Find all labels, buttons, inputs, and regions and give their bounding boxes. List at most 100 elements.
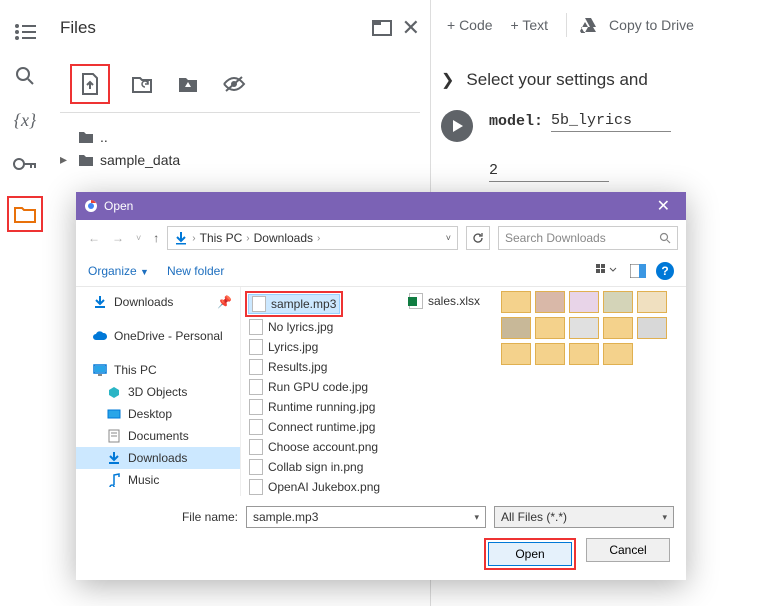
recent-dropdown[interactable]: ˅	[132, 233, 145, 243]
file-col-2: sales.xlsx	[405, 291, 495, 492]
address-bar: ← → ˅ ↑ › This PC › Downloads › ˅ Search…	[76, 220, 686, 256]
filename-input[interactable]: sample.mp3▾	[246, 506, 486, 528]
search-small-icon	[659, 232, 671, 244]
left-icon-bar: {x}	[0, 0, 50, 606]
folder-thumb[interactable]	[603, 291, 633, 313]
nav-this-pc[interactable]: This PC	[76, 359, 240, 381]
nav-documents[interactable]: Documents	[76, 425, 240, 447]
path-root[interactable]: This PC	[200, 231, 243, 245]
folder-small-icon	[78, 153, 94, 167]
folder-thumb[interactable]	[569, 317, 599, 339]
tree-sample-data[interactable]: ▸ sample_data	[60, 148, 420, 171]
folder-thumb[interactable]	[603, 343, 633, 365]
close-icon[interactable]: ✕	[402, 15, 420, 41]
tree-parent[interactable]: ..	[60, 126, 420, 148]
cell-heading: Select your settings and	[466, 70, 647, 90]
expand-arrow[interactable]: ▸	[60, 151, 72, 168]
variables-icon[interactable]: {x}	[13, 108, 37, 132]
run-button[interactable]	[441, 110, 473, 142]
file-col-1: sample.mp3 No lyrics.jpg Lyrics.jpg Resu…	[245, 291, 405, 492]
view-icon[interactable]	[596, 264, 620, 278]
folder-label: sample_data	[100, 152, 180, 168]
folder-thumb[interactable]	[535, 291, 565, 313]
folder-small-icon	[78, 130, 94, 144]
list-item[interactable]: Connect runtime.jpg	[245, 417, 405, 437]
folder-thumb[interactable]	[535, 343, 565, 365]
breadcrumb[interactable]: › This PC › Downloads › ˅	[167, 226, 458, 250]
add-text-button[interactable]: + Text	[505, 13, 555, 37]
open-highlight: Open	[484, 538, 576, 570]
open-button[interactable]: Open	[488, 542, 572, 566]
search-box[interactable]: Search Downloads	[498, 226, 678, 250]
chrome-icon	[84, 199, 98, 213]
model-row: model: 5b_lyrics	[489, 110, 671, 132]
nav-desktop[interactable]: Desktop	[76, 403, 240, 425]
folder-thumb[interactable]	[569, 343, 599, 365]
files-title: Files	[60, 18, 362, 38]
file-sales-xlsx[interactable]: sales.xlsx	[405, 291, 495, 311]
file-actions	[60, 56, 420, 113]
model-value[interactable]: 5b_lyrics	[551, 110, 671, 132]
filetype-select[interactable]: All Files (*.*)▾	[494, 506, 674, 528]
list-item[interactable]: Collab sign in.png	[245, 457, 405, 477]
back-button[interactable]: ←	[84, 231, 104, 245]
open-dialog: Open ✕ ← → ˅ ↑ › This PC › Downloads › ˅…	[76, 192, 686, 580]
copy-to-drive-button[interactable]: Copy to Drive	[603, 13, 700, 37]
nav-downloads-quick[interactable]: Downloads 📌	[76, 291, 240, 313]
list-item[interactable]: Choose account.png	[245, 437, 405, 457]
up-button[interactable]: ↑	[149, 231, 163, 245]
list-item[interactable]: OpenAI Jukebox.png	[245, 477, 405, 496]
secrets-icon[interactable]	[13, 152, 37, 176]
refresh-button[interactable]	[466, 226, 490, 250]
organize-button[interactable]: Organize ▼	[88, 264, 149, 278]
nav-pane: Downloads 📌 OneDrive - Personal This PC …	[76, 287, 241, 496]
chevron-right-icon[interactable]: ❯	[441, 70, 454, 90]
model-label: model:	[489, 113, 543, 130]
dialog-toolbar: Organize ▼ New folder ?	[76, 256, 686, 287]
list-item[interactable]: No lyrics.jpg	[245, 317, 405, 337]
mount-drive-icon[interactable]	[174, 70, 202, 98]
files-header: Files ✕	[50, 0, 430, 56]
upload-highlight	[70, 64, 110, 104]
dialog-title: Open	[104, 199, 649, 213]
top-toolbar: + Code + Text Copy to Drive	[430, 0, 766, 50]
folder-thumb[interactable]	[535, 317, 565, 339]
refresh-icon[interactable]	[128, 70, 156, 98]
list-item[interactable]: Runtime running.jpg	[245, 397, 405, 417]
folder-thumb[interactable]	[603, 317, 633, 339]
nav-music[interactable]: Music	[76, 469, 240, 491]
path-folder[interactable]: Downloads	[254, 231, 313, 245]
dialog-close-button[interactable]: ✕	[649, 196, 678, 216]
nav-onedrive[interactable]: OneDrive - Personal	[76, 325, 240, 347]
drive-icon	[579, 17, 597, 33]
cell-header: ❯ Select your settings and	[441, 70, 756, 90]
folder-thumb[interactable]	[501, 291, 531, 313]
folder-thumb[interactable]	[569, 291, 599, 313]
cancel-button[interactable]: Cancel	[586, 538, 670, 562]
dialog-footer: File name: sample.mp3▾ All Files (*.*)▾ …	[76, 496, 686, 580]
list-item[interactable]: Run GPU code.jpg	[245, 377, 405, 397]
upload-icon[interactable]	[76, 70, 104, 98]
add-code-button[interactable]: + Code	[441, 13, 499, 37]
thumb-col	[495, 291, 682, 492]
list-item[interactable]: Results.jpg	[245, 357, 405, 377]
new-folder-button[interactable]: New folder	[167, 264, 224, 278]
folder-icon[interactable]	[13, 202, 37, 226]
folder-icon-highlight	[7, 196, 43, 232]
help-icon[interactable]: ?	[656, 262, 674, 280]
folder-thumb[interactable]	[637, 317, 667, 339]
search-icon[interactable]	[13, 64, 37, 88]
toc-icon[interactable]	[13, 20, 37, 44]
nav-3d-objects[interactable]: 3D Objects	[76, 381, 240, 403]
folder-thumb[interactable]	[637, 291, 667, 313]
nav-downloads[interactable]: Downloads	[76, 447, 240, 469]
new-window-icon[interactable]	[372, 20, 392, 36]
folder-thumb[interactable]	[501, 343, 531, 365]
file-sample-mp3[interactable]: sample.mp3	[248, 294, 340, 314]
hide-icon[interactable]	[220, 70, 248, 98]
list-item[interactable]: Lyrics.jpg	[245, 337, 405, 357]
preview-icon[interactable]	[630, 264, 646, 278]
field2-value[interactable]: 2	[489, 160, 609, 182]
forward-button: →	[108, 231, 128, 245]
folder-thumb[interactable]	[501, 317, 531, 339]
